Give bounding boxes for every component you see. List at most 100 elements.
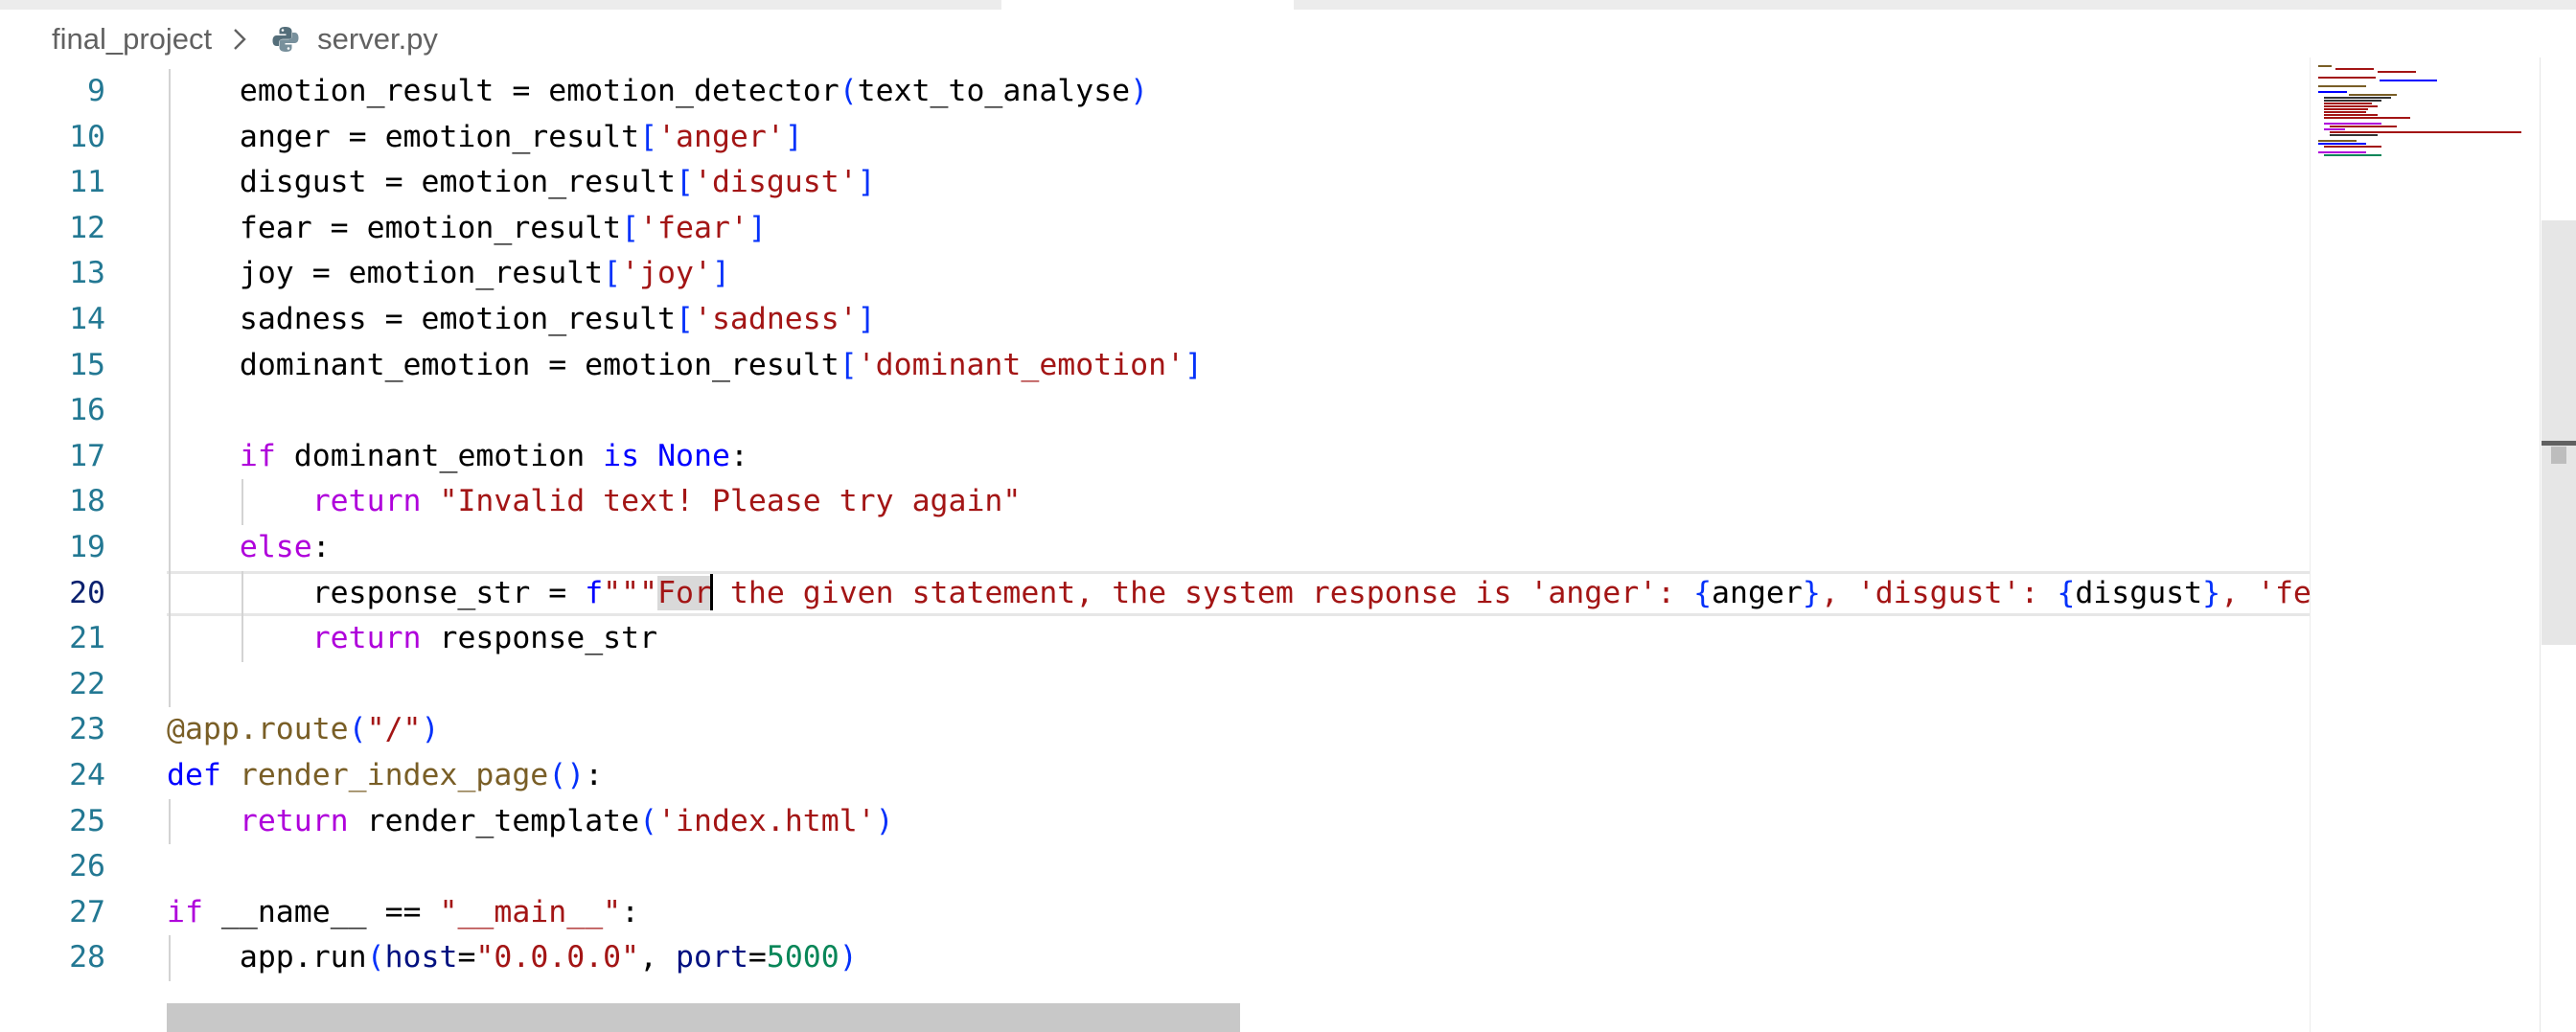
code-token: disgust — [2075, 575, 2203, 610]
code-token: def — [167, 758, 221, 792]
code-line[interactable]: 18 return "Invalid text! Please try agai… — [0, 479, 2310, 525]
code-line[interactable]: 16 — [0, 388, 2310, 434]
line-number: 15 — [69, 347, 105, 382]
code-line[interactable]: 27 if __name__ == "__main__": — [0, 890, 2310, 936]
code-token: fear = emotion_result — [167, 210, 622, 245]
code-token: [ — [839, 347, 858, 382]
code-token: @app.route — [167, 712, 349, 747]
code-text: disgust = emotion_result['disgust'] — [167, 160, 876, 206]
tab-strip-segment — [0, 0, 1001, 10]
breadcrumb-file[interactable]: server.py — [317, 22, 438, 57]
minimap-line — [2324, 114, 2378, 116]
minimap-line — [2324, 97, 2391, 99]
code-token: ( — [366, 940, 385, 975]
code-editor[interactable]: 9 emotion_result = emotion_detector(text… — [0, 69, 2310, 1032]
code-token: return — [311, 621, 422, 656]
code-line[interactable]: 12 fear = emotion_result['fear'] — [0, 206, 2310, 252]
code-line[interactable]: 11 disgust = emotion_result['disgust'] — [0, 160, 2310, 206]
code-token: 'joy' — [621, 256, 712, 291]
code-token: return — [239, 803, 349, 838]
breadcrumb: final_project server.py — [0, 10, 2576, 69]
code-token: render_template — [348, 803, 640, 838]
code-token: "/" — [366, 712, 422, 747]
code-token: return — [311, 484, 422, 519]
code-token: } — [1802, 575, 1821, 610]
code-text: sadness = emotion_result['sadness'] — [167, 297, 876, 343]
line-number: 28 — [69, 940, 105, 975]
code-token: else — [239, 530, 312, 564]
minimap-line — [2324, 117, 2410, 119]
code-token: dominant_emotion — [275, 438, 604, 473]
vertical-scrollbar-thumb[interactable] — [2542, 220, 2576, 645]
code-token: ( — [639, 803, 658, 838]
line-number: 12 — [69, 210, 105, 245]
code-token: 'disgust' — [693, 165, 858, 200]
code-line[interactable]: 9 emotion_result = emotion_detector(text… — [0, 69, 2310, 115]
code-line[interactable]: 28 app.run(host="0.0.0.0", port=5000) — [0, 935, 2310, 981]
code-token: "Invalid text! Please try again" — [439, 484, 1022, 519]
code-token: 'anger' — [657, 119, 785, 154]
code-token: ) — [1130, 74, 1149, 108]
line-number: 13 — [69, 256, 105, 291]
minimap[interactable] — [2310, 57, 2540, 1032]
indent-guide — [169, 69, 171, 708]
code-token: : — [311, 530, 331, 564]
code-token: port — [676, 940, 748, 975]
code-token: response_str — [421, 621, 658, 656]
code-line[interactable]: 22 — [0, 662, 2310, 708]
code-text: return render_template('index.html') — [167, 799, 894, 845]
code-token: host — [384, 940, 458, 975]
code-token: anger = emotion_result — [167, 119, 640, 154]
line-number: 24 — [69, 758, 105, 792]
minimap-line — [2324, 100, 2381, 102]
code-token: dominant_emotion = emotion_result — [167, 347, 840, 382]
line-number: 14 — [69, 302, 105, 336]
scrollbar-selection-marker — [2551, 447, 2566, 464]
line-number: 23 — [69, 712, 105, 747]
indent-guide — [242, 479, 243, 525]
code-line[interactable]: 23 @app.route("/") — [0, 707, 2310, 753]
breadcrumb-folder[interactable]: final_project — [52, 22, 212, 57]
code-token: ( — [839, 74, 858, 108]
code-text: return "Invalid text! Please try again" — [167, 479, 1022, 525]
code-line[interactable]: 24 def render_index_page(): — [0, 753, 2310, 799]
minimap-line — [2318, 77, 2376, 79]
minimap-line — [2318, 65, 2332, 67]
code-token: None — [657, 438, 730, 473]
code-token: , 'fear': — [2220, 575, 2310, 610]
code-token: = — [457, 940, 476, 975]
minimap-line — [2318, 151, 2366, 153]
code-line[interactable]: 25 return render_template('index.html') — [0, 799, 2310, 845]
code-line[interactable]: 20 response_str = f"""For the given stat… — [0, 570, 2310, 617]
code-line[interactable]: 17 if dominant_emotion is None: — [0, 434, 2310, 480]
code-token: ] — [748, 210, 767, 245]
code-line[interactable]: 14 sadness = emotion_result['sadness'] — [0, 297, 2310, 343]
code-token: ) — [875, 803, 894, 838]
minimap-line — [2378, 71, 2416, 73]
code-line[interactable]: 15 dominant_emotion = emotion_result['do… — [0, 343, 2310, 389]
code-token: 'index.html' — [657, 803, 876, 838]
code-text: @app.route("/") — [167, 707, 440, 753]
minimap-line — [2318, 143, 2366, 145]
code-line[interactable]: 26 — [0, 844, 2310, 890]
horizontal-scrollbar-thumb[interactable] — [167, 1003, 1240, 1032]
line-number: 16 — [69, 393, 105, 428]
minimap-line — [2318, 85, 2366, 87]
line-number: 19 — [69, 530, 105, 564]
code-line[interactable]: 19 else: — [0, 525, 2310, 571]
code-token: 'fear' — [639, 210, 748, 245]
code-line[interactable]: 13 joy = emotion_result['joy'] — [0, 251, 2310, 297]
code-token: ] — [1184, 347, 1204, 382]
code-token: """ — [603, 575, 658, 610]
minimap-line — [2324, 111, 2366, 113]
code-line[interactable]: 21 return response_str — [0, 616, 2310, 662]
code-line[interactable]: 10 anger = emotion_result['anger'] — [0, 115, 2310, 161]
code-token: ] — [857, 302, 876, 336]
minimap-line — [2324, 103, 2372, 104]
code-token: ] — [857, 165, 876, 200]
code-token: ) — [839, 940, 858, 975]
line-number: 17 — [69, 438, 105, 473]
